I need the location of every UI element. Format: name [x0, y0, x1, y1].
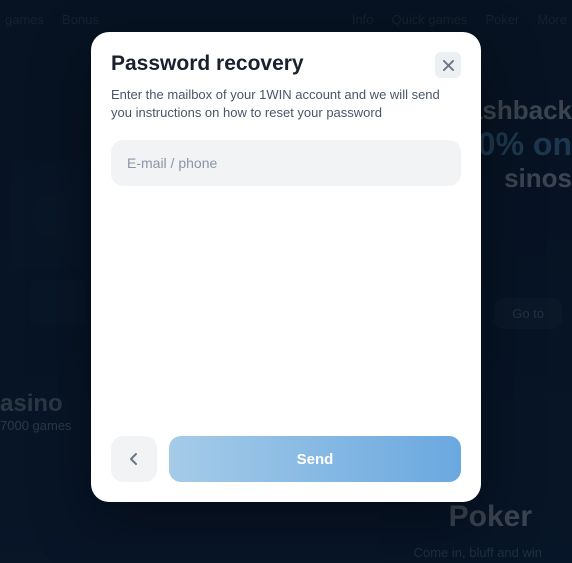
close-icon — [443, 60, 454, 71]
modal-header: Password recovery — [111, 52, 461, 78]
password-recovery-modal: Password recovery Enter the mailbox of y… — [91, 32, 481, 502]
chevron-left-icon — [127, 452, 141, 466]
modal-overlay[interactable]: Password recovery Enter the mailbox of y… — [0, 0, 572, 563]
modal-title: Password recovery — [111, 52, 304, 76]
send-button[interactable]: Send — [169, 436, 461, 482]
close-button[interactable] — [435, 52, 461, 78]
back-button[interactable] — [111, 436, 157, 482]
modal-description: Enter the mailbox of your 1WIN account a… — [111, 86, 461, 122]
email-phone-input[interactable] — [111, 140, 461, 186]
modal-footer: Send — [111, 436, 461, 482]
